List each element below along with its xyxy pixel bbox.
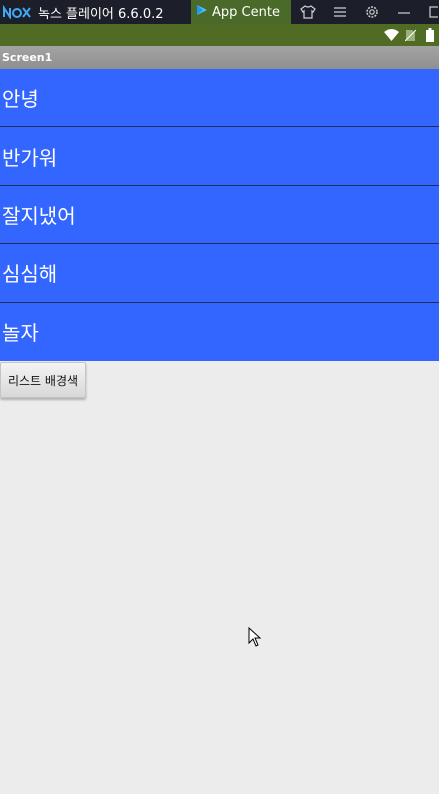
play-store-icon [196,4,208,20]
list-item[interactable]: 놀자 [0,303,439,361]
list-item[interactable]: 반가워 [0,127,439,186]
wifi-icon [384,28,399,42]
battery-icon [426,28,434,42]
list-item-label: 안녕 [2,87,39,112]
no-sim-icon [405,28,416,42]
list-background-color-button[interactable]: 리스트 배경색 [0,362,86,398]
list-item-label: 심심해 [2,262,58,287]
list-view[interactable]: 안녕 반가워 잘지냈어 심심해 놀자 [0,69,439,361]
screen-title: Screen1 [2,51,53,64]
gear-icon[interactable] [360,0,384,24]
mouse-cursor-icon [248,626,262,647]
list-item[interactable]: 안녕 [0,69,439,128]
app-title-bar: Screen1 [0,46,439,69]
menu-icon[interactable] [328,0,352,24]
maximize-icon[interactable] [424,0,439,24]
app-center-label: App Cente [212,4,280,20]
list-item[interactable]: 심심해 [0,244,439,303]
nox-logo [0,0,34,24]
minimize-icon[interactable] [392,0,416,24]
list-item-label: 놀자 [2,321,39,346]
list-item-label: 잘지냈어 [2,203,76,228]
emulator-title: 녹스 플레이어 6.6.0.2 [38,6,164,22]
app-center-tab[interactable]: App Cente [191,0,291,24]
list-item[interactable]: 잘지냈어 [0,186,439,245]
skin-icon[interactable] [296,0,320,24]
android-status-bar [0,24,439,46]
list-item-label: 반가워 [2,145,58,170]
